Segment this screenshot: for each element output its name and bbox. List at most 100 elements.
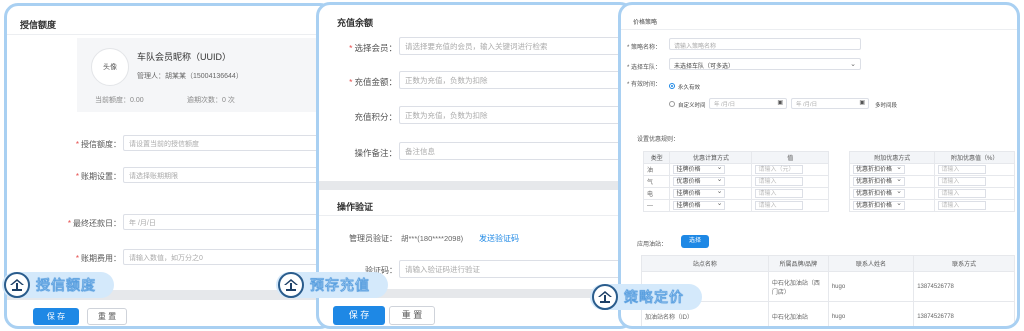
col-type: 类型 [642, 151, 671, 164]
table-row: 优惠折扣价格 请输入 [848, 187, 1015, 200]
recharge-title: 充值余额 [337, 18, 374, 28]
logo-icon [4, 272, 30, 298]
amount-label: * 充值金额： [349, 77, 397, 87]
recharge-reset-button[interactable]: 重 置 [389, 306, 435, 325]
admin-value: 胡***(180****2098) [401, 234, 464, 243]
fee-label: * 账期费用： [75, 254, 121, 263]
time-label: * 有效时间： [627, 82, 662, 88]
col-mode: 优惠计算方式 [669, 151, 753, 164]
start-date-input[interactable]: 年 /月/日 ▣ [709, 98, 787, 109]
divider [7, 34, 331, 35]
extra-value-input[interactable]: 请输入 [938, 201, 987, 210]
radio-forever[interactable] [669, 83, 675, 89]
divider [319, 215, 631, 216]
name-label: * 策略名称： [627, 45, 662, 51]
credit-badge-label: 授信额度 [36, 277, 96, 293]
col-contact: 联系人姓名 [827, 255, 915, 272]
strategy-panel: 价格策略 * 策略名称： 请输入策略名称 * 选择车队： 未选择车队（可多选） … [618, 2, 1020, 329]
period-label: * 账期设置： [75, 172, 121, 181]
table-row: 油 挂牌价格 请输入（元） [642, 163, 829, 176]
value-input[interactable]: 请输入（元） [755, 165, 804, 174]
table-row: — 挂牌价格 请输入 [642, 199, 829, 212]
col-brand: 所属品牌/品牌 [767, 255, 829, 272]
avatar: 头像 [91, 48, 129, 86]
quota-label: * 授信额度： [75, 140, 121, 149]
table-row: 优惠折扣价格 请输入 [848, 163, 1015, 176]
current-quota: 当前额度：0.00 [95, 97, 144, 104]
overdue-count: 逾期次数：0 次 [187, 97, 235, 104]
strategy-badge-label: 策略定价 [624, 289, 684, 305]
apply-label: 应用油站： [637, 242, 668, 248]
amount-input[interactable]: 正数为充值，负数为扣除 [399, 71, 631, 89]
table-row: 电 挂牌价格 请输入 [642, 187, 829, 200]
forever-label: 永久有效 [678, 85, 701, 91]
fleet-label: * 选择车队： [627, 65, 662, 71]
rules-label: 设置优惠规则： [637, 137, 680, 143]
name-input[interactable]: 请输入策略名称 [669, 38, 861, 50]
table-row: 气 优惠价格 请输入 [642, 175, 829, 188]
credit-save-button[interactable]: 保 存 [33, 308, 79, 325]
manager-info: 管理人：胡某某（15004136644） [137, 73, 243, 80]
due-label: * 最终还款日： [67, 219, 121, 228]
table-row: 优惠折扣价格 请输入 [848, 175, 1015, 188]
value-input[interactable]: 请输入 [755, 201, 804, 210]
due-date-input[interactable]: 年 /月/日 [123, 214, 331, 230]
extra-mode-select[interactable]: 优惠折扣价格 [853, 176, 905, 186]
mode-select[interactable]: 优惠价格 [673, 176, 726, 186]
extra-value-input[interactable]: 请输入 [938, 189, 987, 198]
value-input[interactable]: 请输入 [755, 177, 804, 186]
remark-label: 操作备注： [354, 148, 397, 158]
quota-input[interactable]: 请设置当前的授信额度 [123, 135, 331, 151]
fleet-select[interactable]: 未选择车队（可多选） ⌄ [669, 58, 861, 70]
credit-title: 授信额度 [20, 20, 57, 30]
col-station: 站点名称 [641, 255, 769, 272]
verify-title: 操作验证 [337, 202, 374, 212]
divider [621, 29, 1017, 30]
member-card: 头像 车队会员昵称（UUID） 管理人：胡某某（15004136644） 当前额… [77, 38, 331, 112]
mode-select[interactable]: 挂牌价格 [673, 164, 726, 174]
extra-mode-select[interactable]: 优惠折扣价格 [853, 164, 905, 174]
extra-mode-select[interactable]: 优惠折扣价格 [853, 188, 905, 198]
col-value: 值 [751, 151, 829, 164]
multi-time-label: 多时间段 [875, 103, 898, 109]
extra-value-input[interactable]: 请输入 [938, 165, 987, 174]
divider [319, 181, 631, 190]
chevron-down-icon: ⌄ [850, 61, 856, 68]
radio-custom[interactable] [669, 101, 675, 107]
value-input[interactable]: 请输入 [755, 189, 804, 198]
strategy-feature-badge: 策略定价 [590, 284, 702, 310]
code-input[interactable]: 请输入验证码进行验证 [399, 260, 631, 278]
select-station-button[interactable]: 选择 [681, 235, 709, 248]
recharge-feature-badge: 预存充值 [276, 272, 388, 298]
mode-select[interactable]: 挂牌价格 [673, 200, 726, 210]
recharge-save-button[interactable]: 保 存 [333, 306, 385, 325]
end-date-input[interactable]: 年 /月/日 ▣ [791, 98, 869, 109]
calendar-icon: ▣ [859, 100, 865, 106]
extra-mode-select[interactable]: 优惠折扣价格 [853, 200, 905, 210]
calendar-icon: ▣ [777, 100, 783, 106]
send-code-link[interactable]: 发送验证码 [479, 233, 519, 244]
logo-icon [278, 272, 304, 298]
period-select[interactable]: 请选择账期期限 [123, 167, 331, 183]
company-name: 车队会员昵称（UUID） [137, 52, 231, 62]
fee-input[interactable]: 请输入数值，如万分之0 [123, 249, 331, 265]
extra-value-input[interactable]: 请输入 [938, 177, 987, 186]
col-extra-value: 附加优惠值（%） [934, 151, 1015, 164]
rules-table-right: 附加优惠方式 附加优惠值（%） 优惠折扣价格 请输入 优惠折扣价格 请输入 优惠… [848, 151, 1015, 212]
custom-label: 自定义时间 [678, 103, 706, 109]
col-extra-mode: 附加优惠方式 [848, 151, 936, 164]
recharge-badge-label: 预存充值 [310, 277, 370, 293]
logo-icon [592, 284, 618, 310]
admin-label: 管理员验证： [349, 234, 397, 243]
points-input[interactable]: 正数为充值，负数为扣除 [399, 106, 631, 124]
credit-reset-button[interactable]: 重 置 [87, 308, 127, 325]
rules-table-left: 类型 优惠计算方式 值 油 挂牌价格 请输入（元） 气 优惠价格 请输入 电 挂… [642, 151, 829, 212]
points-label: 充值积分： [354, 112, 397, 122]
credit-feature-badge: 授信额度 [2, 272, 114, 298]
remark-input[interactable]: 备注信息 [399, 142, 631, 160]
mode-select[interactable]: 挂牌价格 [673, 188, 726, 198]
col-phone: 联系方式 [913, 255, 1015, 272]
member-label: * 选择会员： [349, 43, 397, 53]
member-select[interactable]: 请选择要充值的会员，输入关键词进行检索 [399, 37, 631, 55]
strategy-title: 价格策略 [633, 20, 658, 26]
